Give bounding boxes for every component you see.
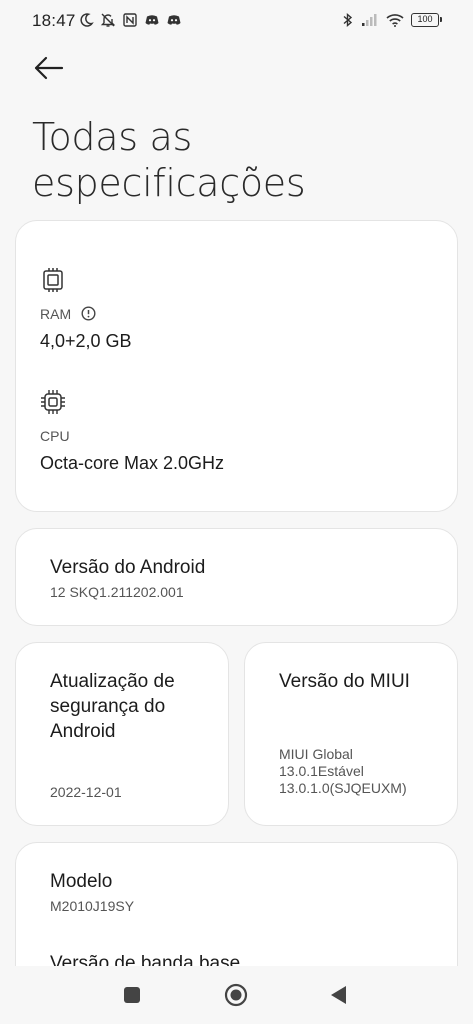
navigation-bar	[0, 966, 473, 1024]
security-update-label-line-2: segurança do	[50, 696, 166, 717]
page-title-line-1: Todas as	[32, 115, 192, 159]
cpu-value: Octa-core Max 2.0GHz	[40, 453, 225, 473]
security-update-card[interactable]: Atualização de segurança do Android 2022…	[15, 642, 229, 826]
status-right-icons: 100	[342, 12, 442, 28]
discord-icon	[145, 15, 159, 25]
miui-version-value-line-1: MIUI Global	[279, 746, 353, 762]
page-title-line-2: especificações	[32, 161, 306, 205]
battery-icon: 100	[411, 13, 442, 27]
ram-label: RAM	[40, 306, 72, 322]
security-update-label-line-1: Atualização de	[50, 671, 175, 692]
ram-label-row: RAM	[40, 306, 96, 322]
security-update-value: 2022-12-01	[50, 784, 122, 800]
android-version-value: 12 SKQ1.211202.001	[50, 584, 184, 600]
miui-version-value: MIUI Global 13.0.1Estável 13.0.1.0(SJQEU…	[279, 746, 407, 797]
discord-icon	[167, 15, 181, 25]
nfc-icon	[123, 13, 137, 27]
security-update-label-line-3: Android	[50, 721, 116, 742]
recents-button[interactable]	[120, 983, 144, 1007]
bell-off-icon	[100, 13, 116, 27]
android-version-card[interactable]: Versão do Android 12 SKQ1.211202.001	[15, 528, 458, 626]
status-time: 18:47	[32, 11, 76, 30]
security-update-label: Atualização de segurança do Android	[50, 669, 175, 744]
page-title: Todas as especificações	[32, 114, 452, 206]
back-nav-button[interactable]	[327, 983, 351, 1007]
square-icon	[124, 987, 140, 1003]
bluetooth-icon	[343, 12, 353, 28]
miui-version-value-line-2: 13.0.1Estável	[279, 763, 364, 779]
cpu-chip-icon	[41, 390, 65, 414]
wifi-icon	[386, 14, 404, 27]
arrow-left-icon	[34, 56, 64, 80]
miui-version-value-line-3: 13.0.1.0(SJQEUXM)	[279, 780, 407, 796]
status-left-icons	[78, 12, 182, 28]
android-version-label: Versão do Android	[50, 557, 206, 578]
cpu-label: CPU	[40, 428, 70, 444]
memory-chip-icon	[43, 268, 63, 292]
miui-version-label: Versão do MIUI	[279, 671, 410, 692]
miui-version-card[interactable]: Versão do MIUI MIUI Global 13.0.1Estável…	[244, 642, 458, 826]
moon-icon	[80, 13, 94, 27]
home-button[interactable]	[224, 983, 248, 1007]
screen: 18:47 100 Todas as especificações RAM 4,…	[0, 0, 473, 1024]
home-circle-icon	[224, 983, 248, 1007]
ram-value: 4,0+2,0 GB	[40, 331, 132, 351]
signal-icon	[362, 14, 377, 26]
hardware-card[interactable]: RAM 4,0+2,0 GB CPU Octa-core Max 2.0GHz	[15, 220, 458, 512]
model-value: M2010J19SY	[50, 898, 135, 914]
status-bar: 18:47 100	[0, 0, 473, 40]
info-icon[interactable]	[81, 306, 96, 321]
back-button[interactable]	[32, 54, 66, 82]
triangle-back-icon	[331, 986, 346, 1004]
model-label: Modelo	[50, 871, 113, 892]
